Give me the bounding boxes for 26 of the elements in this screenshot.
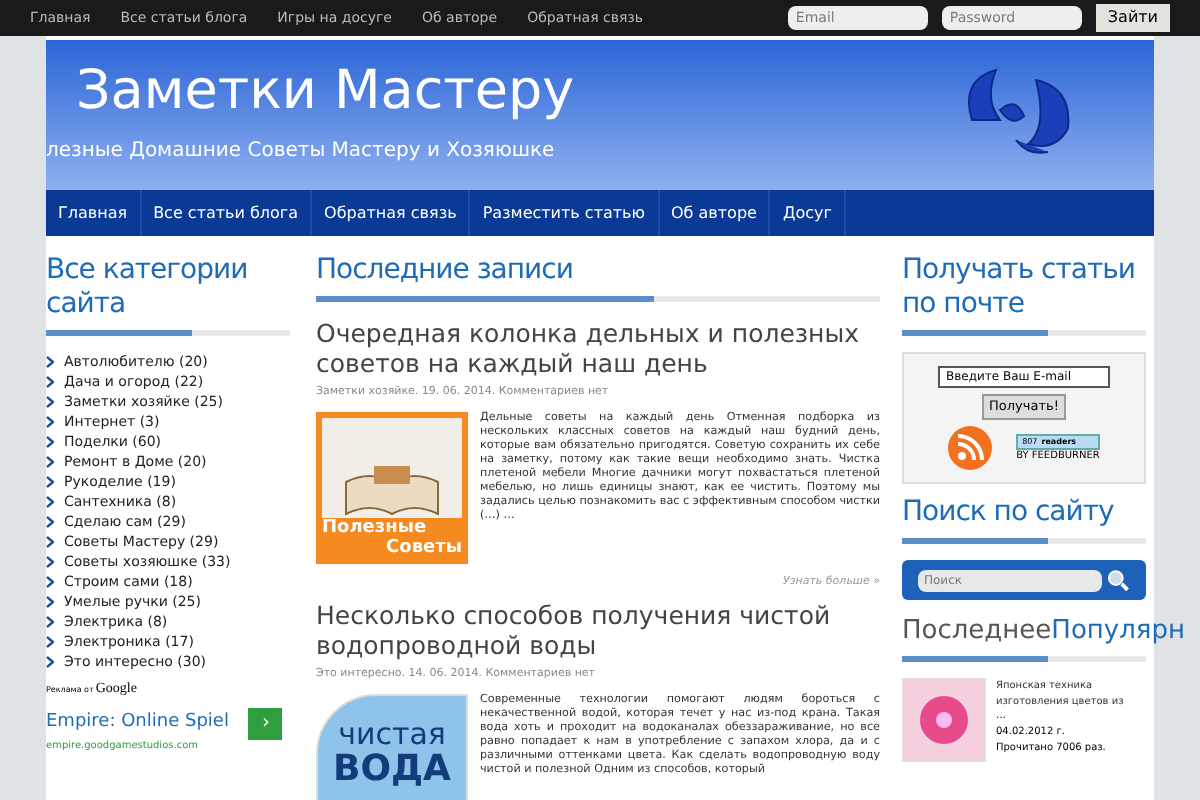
widget-title: Получать статьи по почте xyxy=(902,254,1137,322)
nav-item[interactable]: Разместить статью xyxy=(470,190,659,236)
post-title[interactable]: Несколько способов получения чистой водопроводной воды xyxy=(316,599,880,659)
logo-text: ВОДА xyxy=(333,749,451,790)
login-button[interactable]: Зайти xyxy=(1095,4,1170,32)
post-title[interactable]: Очередная колонка дельных и полезных советов на каждый наш день xyxy=(316,318,880,378)
site-title: Заметки Мастеру xyxy=(76,60,575,124)
nav-item[interactable]: Обратная связь xyxy=(312,190,471,236)
nav-item[interactable]: Досуг xyxy=(770,190,846,236)
nav-item[interactable]: Об авторе xyxy=(659,190,771,236)
section-title: Последние записи xyxy=(316,254,575,288)
book-icon xyxy=(342,466,442,519)
rss-icon xyxy=(948,426,993,470)
logo-text: чистая xyxy=(338,717,446,750)
ad-title[interactable]: Empire: Online Spiel xyxy=(46,709,229,737)
image-caption: Полезные xyxy=(322,518,427,539)
nav-item[interactable]: Все статьи блога xyxy=(141,190,313,236)
widget-title: Все категории сайта xyxy=(46,254,250,322)
search-icon[interactable] xyxy=(1106,568,1130,592)
nav-item[interactable]: Главная xyxy=(46,190,142,236)
widget-tab[interactable]: Популярн xyxy=(1051,616,1185,648)
site-tagline: лезные Домашние Советы Мастеру и Хозяюшке xyxy=(46,138,557,166)
widget-title: Поиск по сайту xyxy=(902,496,1116,530)
flower-icon xyxy=(914,690,974,750)
image-caption: Советы xyxy=(384,538,462,559)
widget-tab[interactable]: Последнее xyxy=(902,616,1052,648)
